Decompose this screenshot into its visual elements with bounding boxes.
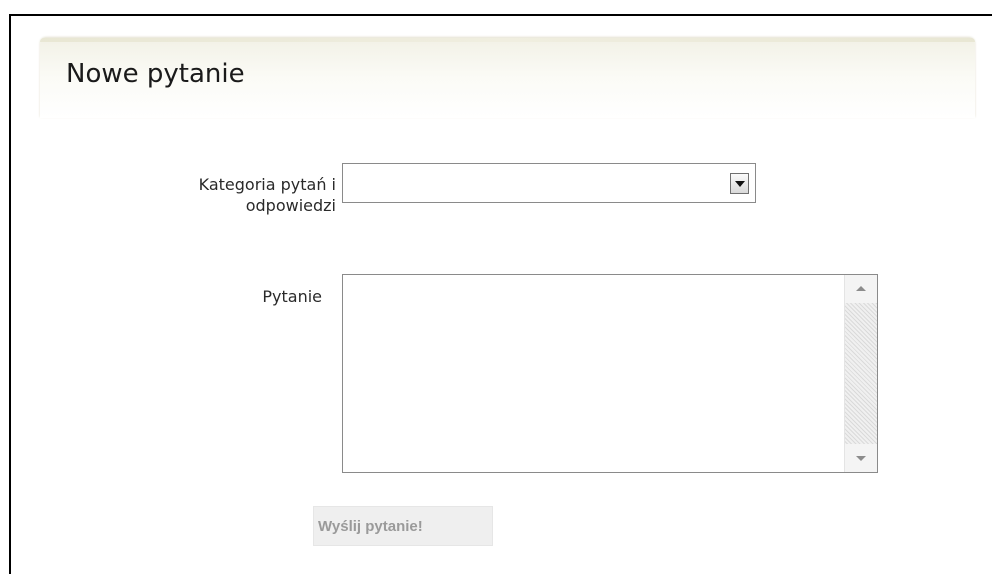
category-label-line2: odpowiedzi: [245, 196, 336, 215]
submit-question-button[interactable]: Wyślij pytanie!: [313, 506, 493, 546]
page-title: Nowe pytanie: [66, 59, 245, 89]
arrow-up-icon[interactable]: [845, 275, 877, 303]
category-select[interactable]: [342, 163, 756, 203]
textarea-scrollbar[interactable]: [844, 275, 877, 472]
question-label: Pytanie: [262, 287, 322, 306]
question-textarea[interactable]: [342, 274, 878, 473]
category-label: Kategoria pytań i odpowiedzi: [106, 174, 336, 216]
chevron-down-icon[interactable]: [730, 173, 749, 194]
arrow-down-icon[interactable]: [845, 444, 877, 472]
category-label-line1: Kategoria pytań i: [198, 175, 336, 194]
